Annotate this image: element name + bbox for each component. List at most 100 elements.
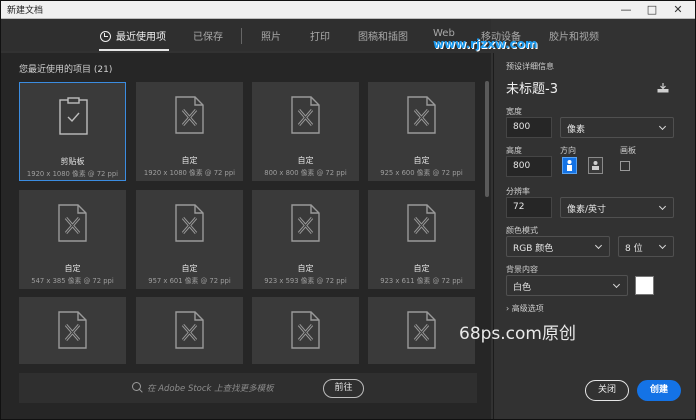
recent-item-name: 自定 [413,156,430,165]
document-name-field[interactable]: 未标题-3 [506,78,558,97]
window-title: 新建文档 [7,6,44,16]
color-mode-select[interactable]: RGB 颜色 [506,236,610,257]
new-document-dialog: 新建文档 — □ ✕ 最近使用项 已保存 照片 打印 图稿和插图 Web 移动设… [0,0,696,420]
background-label: 背景内容 [506,265,538,274]
recent-item-card[interactable]: 自定 547 x 385 像素 @ 72 ppi [19,190,126,289]
title-bar: 新建文档 — □ ✕ [1,1,695,19]
custom-doc-icon [175,311,204,349]
custom-doc-icon [175,204,204,242]
tab-film-video[interactable]: 胶片和视频 [549,28,599,43]
artboard-label: 画板 [620,146,636,155]
watermark-top: www.rjzxw.com [433,37,538,51]
create-button[interactable]: 创建 [637,380,681,401]
tab-divider [241,28,242,44]
recent-item-card[interactable]: 自定 923 x 593 像素 @ 72 ppi [252,190,359,289]
tab-photo[interactable]: 照片 [261,28,281,43]
recent-item-size: 1920 x 1080 像素 @ 72 ppi [26,170,119,178]
close-button[interactable]: 关闭 [585,380,629,401]
preset-details-label: 预设详细信息 [506,62,554,71]
stock-search-bar: 在 Adobe Stock 上查找更多模板 前往 [19,373,477,403]
recent-item-name: 自定 [413,264,430,273]
width-unit-value: 像素 [567,125,586,135]
custom-doc-icon [58,204,87,242]
maximize-button[interactable]: □ [639,1,665,18]
close-window-button[interactable]: ✕ [665,1,691,18]
recent-item-name: 剪贴板 [60,157,85,166]
landscape-orientation-icon[interactable] [588,157,603,174]
tab-saved[interactable]: 已保存 [193,28,223,43]
height-input[interactable]: 800 [506,156,552,177]
recent-item-size: 923 x 611 像素 @ 72 ppi [380,277,463,285]
width-input[interactable]: 800 [506,117,552,138]
background-select[interactable]: 白色 [506,275,628,296]
custom-doc-icon [407,96,436,134]
recent-item-card[interactable] [252,297,359,364]
resolution-label: 分辨率 [506,187,530,196]
chevron-down-icon [658,202,667,211]
recent-item-size: 1920 x 1080 像素 @ 72 ppi [143,169,236,177]
width-label: 宽度 [506,107,522,116]
recent-item-card[interactable]: 自定 923 x 611 像素 @ 72 ppi [368,190,475,289]
custom-doc-icon [175,96,204,134]
chevron-down-icon [594,241,603,250]
resolution-unit-select[interactable]: 像素/英寸 [560,197,674,218]
recent-section-title: 您最近使用的项目 (21) [19,62,112,75]
chevron-right-icon: › [506,304,510,313]
width-unit-select[interactable]: 像素 [560,117,674,138]
recent-item-name: 自定 [64,264,81,273]
stock-search-input[interactable]: 在 Adobe Stock 上查找更多模板 [147,382,274,394]
clipboard-icon [59,97,88,135]
recent-item-card[interactable]: 自定 957 x 601 像素 @ 72 ppi [136,190,243,289]
background-color-swatch[interactable] [635,276,654,295]
save-preset-icon[interactable] [657,83,669,93]
recent-title-text: 您最近使用的项目 [19,65,92,75]
search-icon [132,382,141,391]
chevron-down-icon [612,280,621,289]
orientation-label: 方向 [560,146,576,155]
scrollbar-thumb[interactable] [485,81,489,197]
portrait-orientation-icon[interactable] [562,157,577,174]
height-label: 高度 [506,146,522,155]
bit-depth-select[interactable]: 8 位 [618,236,674,257]
custom-doc-icon [291,311,320,349]
recent-item-name: 自定 [297,156,314,165]
recent-grid: 剪贴板 1920 x 1080 像素 @ 72 ppi 自定 1920 x 1080 … [19,79,479,364]
color-mode-label: 颜色模式 [506,226,538,235]
custom-doc-icon [291,204,320,242]
recent-item-card[interactable]: 自定 925 x 600 像素 @ 72 ppi [368,82,475,181]
tab-recent-label: 最近使用项 [116,32,166,43]
active-tab-indicator [99,49,169,51]
preset-details-panel: 预设详细信息 未标题-3 宽度 800 像素 高度 800 方向 画板 分辨率 … [493,53,695,419]
watermark-bottom: 68ps.com原创 [459,324,576,344]
recent-item-card[interactable] [136,297,243,364]
custom-doc-icon [407,204,436,242]
recent-item-card[interactable]: 自定 1920 x 1080 像素 @ 72 ppi [136,82,243,181]
color-mode-value: RGB 颜色 [513,244,554,254]
advanced-options-label: 高级选项 [511,304,544,313]
recent-item-card[interactable]: 剪贴板 1920 x 1080 像素 @ 72 ppi [19,82,126,181]
artboard-checkbox[interactable] [620,161,630,171]
recent-item-size: 923 x 593 像素 @ 72 ppi [264,277,347,285]
tab-recent[interactable]: 最近使用项 [100,28,166,43]
resolution-unit-value: 像素/英寸 [567,205,607,215]
chevron-down-icon [658,122,667,131]
go-button[interactable]: 前往 [323,379,364,398]
recent-item-size: 800 x 800 像素 @ 72 ppi [264,169,347,177]
custom-doc-icon [291,96,320,134]
recent-item-card[interactable]: 自定 800 x 800 像素 @ 72 ppi [252,82,359,181]
bit-depth-value: 8 位 [625,244,643,254]
recent-item-size: 957 x 601 像素 @ 72 ppi [148,277,231,285]
custom-doc-icon [58,311,87,349]
tab-print[interactable]: 打印 [310,28,330,43]
recent-item-card[interactable] [19,297,126,364]
recent-item-size: 547 x 385 像素 @ 72 ppi [31,277,114,285]
chevron-down-icon [658,241,667,250]
recent-item-name: 自定 [181,156,198,165]
advanced-options-toggle[interactable]: › 高级选项 [506,303,544,314]
recent-count: (21) [93,65,113,75]
recent-item-name: 自定 [181,264,198,273]
preset-tabs: 最近使用项 已保存 照片 打印 图稿和插图 Web 移动设备 胶片和视频 [1,19,599,51]
resolution-input[interactable]: 72 [506,197,552,218]
tab-art-illustration[interactable]: 图稿和插图 [358,28,408,43]
minimize-button[interactable]: — [613,1,639,18]
